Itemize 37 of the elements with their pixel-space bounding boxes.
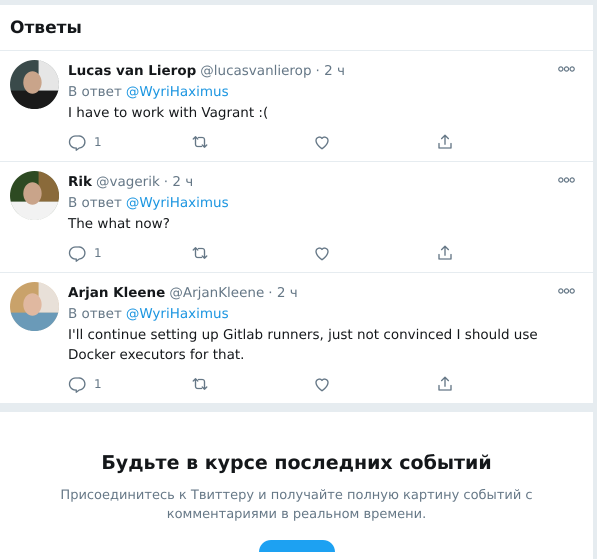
share-icon[interactable] bbox=[436, 244, 454, 262]
timestamp[interactable]: · 2 ч bbox=[164, 174, 194, 190]
reply-icon[interactable] bbox=[68, 375, 86, 393]
signup-button[interactable] bbox=[258, 540, 334, 552]
user-handle[interactable]: @vagerik bbox=[96, 174, 160, 190]
reply-icon[interactable] bbox=[68, 133, 86, 151]
reply-label: В ответ bbox=[68, 195, 122, 211]
retweet-icon[interactable] bbox=[190, 133, 208, 151]
timestamp[interactable]: · 2 ч bbox=[268, 285, 298, 301]
user-name[interactable]: Lucas van Lierop bbox=[68, 63, 196, 79]
more-icon[interactable] bbox=[558, 66, 575, 72]
reply-label: В ответ bbox=[68, 306, 122, 322]
reply-count: 1 bbox=[94, 246, 102, 260]
more-icon[interactable] bbox=[558, 288, 575, 294]
mention-link[interactable]: @WyriHaximus bbox=[126, 306, 229, 322]
tweet-text: I have to work with Vagrant :( bbox=[68, 104, 270, 123]
reply-icon[interactable] bbox=[68, 244, 86, 262]
section-title: Ответы bbox=[10, 18, 82, 38]
promo-title: Будьте в курсе последних событий bbox=[100, 452, 493, 474]
mention-link[interactable]: @WyriHaximus bbox=[126, 84, 229, 100]
retweet-icon[interactable] bbox=[190, 375, 208, 393]
share-icon[interactable] bbox=[436, 375, 454, 393]
user-handle[interactable]: @ArjanKleene bbox=[169, 285, 264, 301]
user-name[interactable]: Arjan Kleene bbox=[68, 285, 166, 301]
reply-count: 1 bbox=[94, 377, 102, 391]
user-name[interactable]: Rik bbox=[68, 174, 92, 190]
tweet-text: I'll continue setting up Gitlab runners, just not convinced I should use Docker executors for that. bbox=[68, 326, 539, 365]
user-handle[interactable]: @lucasvanlierop bbox=[200, 63, 312, 79]
more-icon[interactable] bbox=[558, 177, 575, 183]
reply-count: 1 bbox=[94, 135, 102, 149]
tweet-text: The what now? bbox=[68, 215, 171, 234]
reply-label: В ответ bbox=[68, 84, 122, 100]
timestamp[interactable]: · 2 ч bbox=[316, 63, 345, 79]
share-icon[interactable] bbox=[436, 133, 454, 151]
promo-text: Присоединитесь к Твиттеру и получайте полную картину событий с комментариями в реальном времени. bbox=[59, 487, 534, 524]
retweet-icon[interactable] bbox=[190, 244, 208, 262]
mention-link[interactable]: @WyriHaximus bbox=[126, 195, 229, 211]
